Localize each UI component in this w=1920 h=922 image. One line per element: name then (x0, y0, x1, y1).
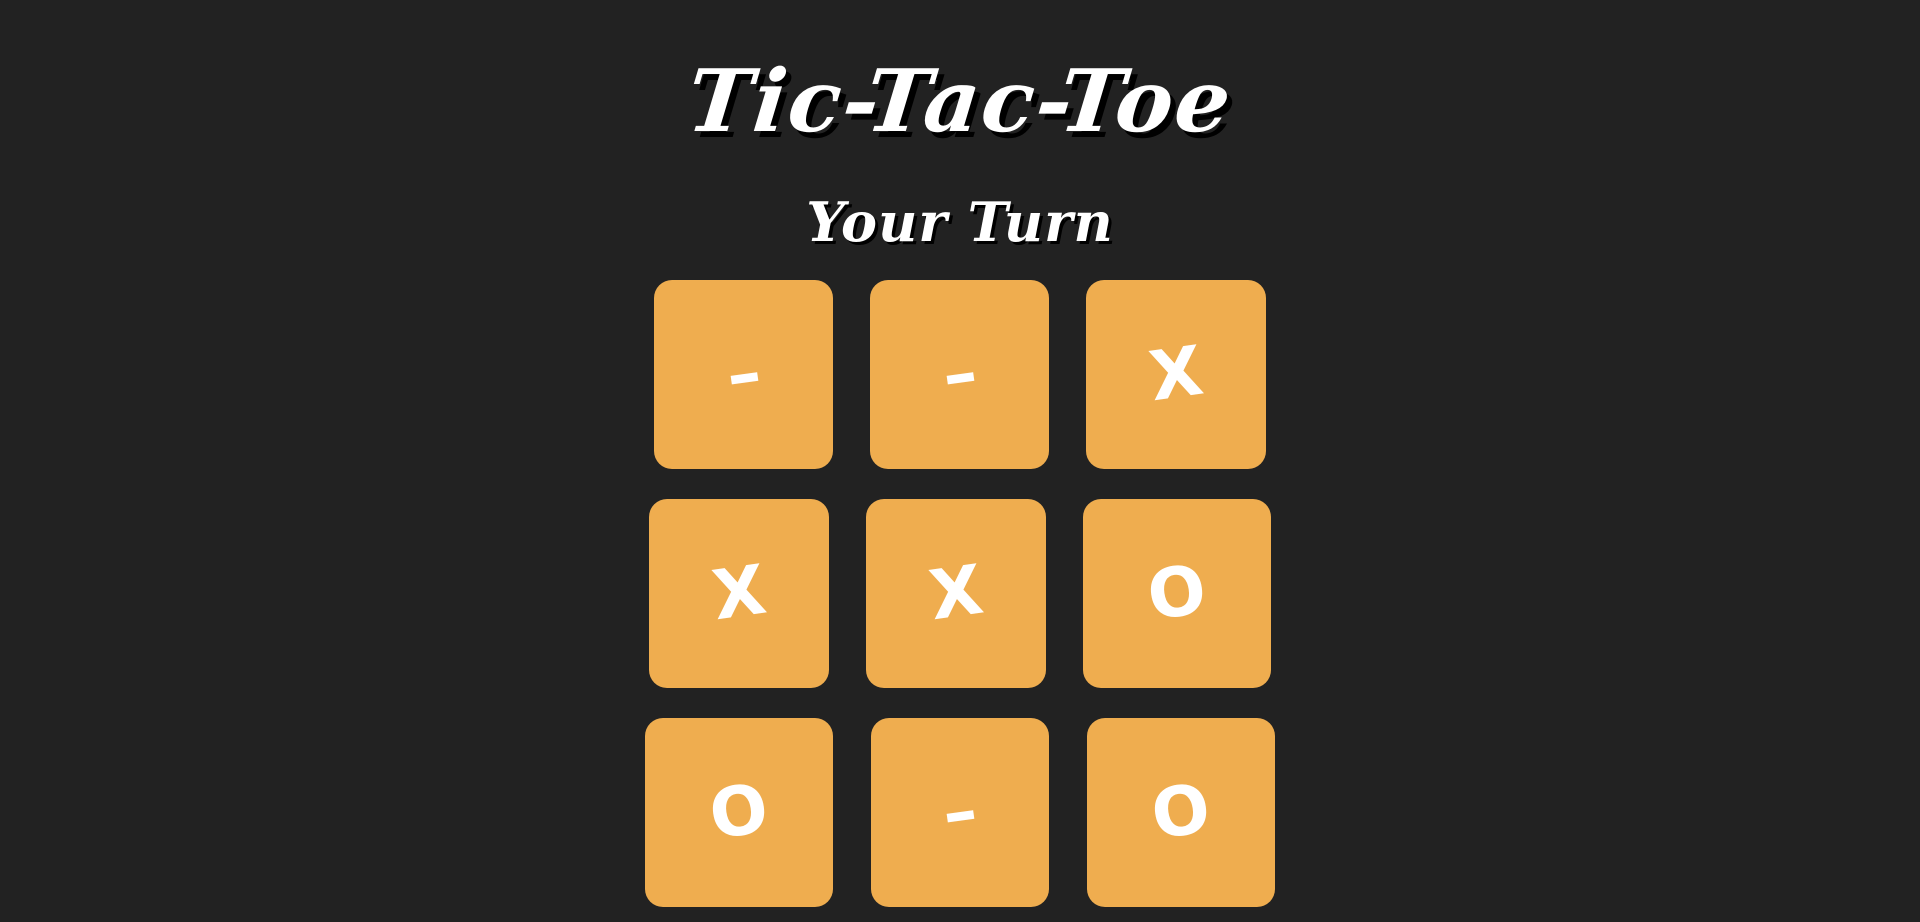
turn-status: Your Turn (806, 190, 1114, 254)
board-cell-1[interactable]: – (654, 280, 833, 469)
cell-mark: X (924, 550, 988, 637)
game-title: Tic-Tac-Toe (682, 51, 1238, 152)
cell-mark: – (937, 771, 983, 854)
board-cell-9[interactable]: O (1087, 718, 1275, 907)
board-cell-3[interactable]: X (1086, 280, 1266, 469)
cell-mark: O (1142, 550, 1212, 637)
cell-mark: O (704, 769, 774, 856)
board-cell-7[interactable]: O (645, 718, 833, 907)
game-app: Tic-Tac-Toe Your Turn – – X X X O O – O (0, 0, 1920, 922)
cell-mark: O (1146, 769, 1216, 856)
board-cell-2[interactable]: – (870, 280, 1049, 469)
cell-mark: X (1144, 331, 1208, 418)
board-cell-5[interactable]: X (866, 499, 1046, 688)
board-cell-6[interactable]: O (1083, 499, 1271, 688)
cell-mark: – (937, 333, 982, 416)
board-cell-8[interactable]: – (871, 718, 1049, 907)
cell-mark: – (721, 333, 766, 416)
board-cell-4[interactable]: X (649, 499, 829, 688)
cell-mark: X (707, 550, 771, 637)
